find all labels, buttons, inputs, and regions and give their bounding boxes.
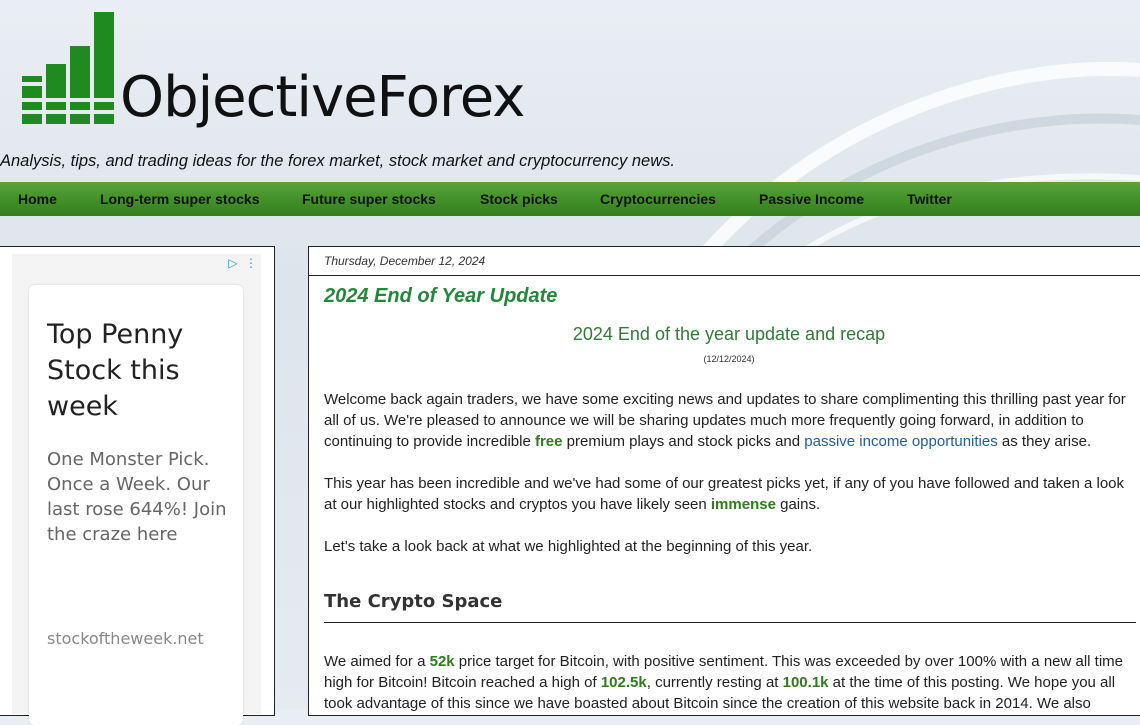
- highlight-immense: immense: [710, 496, 776, 513]
- passive-income-link[interactable]: passive income opportunities: [804, 433, 997, 450]
- section-title-crypto: The Crypto Space: [324, 591, 503, 612]
- site-logo[interactable]: ObjectiveForex: [22, 12, 562, 137]
- highlight-value: 102.5k: [600, 674, 647, 691]
- text-span: We aimed for a: [324, 653, 430, 670]
- highlight-value: 100.1k: [782, 674, 829, 691]
- nav-home[interactable]: Home: [18, 191, 57, 207]
- nav-twitter[interactable]: Twitter: [907, 191, 952, 207]
- logo-wordmark: ObjectiveForex: [120, 65, 525, 130]
- site-tagline: Analysis, tips, and trading ideas for th…: [0, 152, 675, 170]
- post-date-bar: Thursday, December 12, 2024: [309, 247, 1140, 276]
- post-paragraph-crypto: We aimed for a 52k price target for Bitc…: [324, 651, 1134, 714]
- nav-cryptocurrencies[interactable]: Cryptocurrencies: [600, 191, 716, 207]
- ad-url[interactable]: stockoftheweek.net: [47, 629, 204, 648]
- section-divider: [324, 622, 1136, 623]
- more-vertical-icon[interactable]: ⋮: [245, 256, 257, 270]
- nav-long-term-super-stocks[interactable]: Long-term super stocks: [100, 191, 259, 207]
- post-paragraph-lookback: Let's take a look back at what we highli…: [324, 538, 813, 555]
- post-subtitle: 2024 End of the year update and recap: [572, 324, 886, 344]
- post-subdate: (12/12/2024): [703, 354, 755, 364]
- post-paragraph-intro: Welcome back again traders, we have some…: [324, 389, 1134, 452]
- post-title[interactable]: 2024 End of Year Update: [324, 285, 557, 308]
- adchoices-icon[interactable]: ▷: [228, 256, 237, 270]
- ad-controls: ▷ ⋮: [228, 256, 257, 270]
- nav-stock-picks[interactable]: Stock picks: [480, 191, 558, 207]
- text-span: premium plays and stock picks and: [562, 433, 805, 450]
- blog-post: Thursday, December 12, 2024 2024 End of …: [308, 246, 1140, 716]
- ad-frame[interactable]: ▷ ⋮ Top Penny Stock this week One Monste…: [12, 254, 261, 725]
- highlight-value: 52k: [429, 653, 455, 670]
- main-navigation: Home Long-term super stocks Future super…: [0, 182, 1140, 216]
- ad-body[interactable]: One Monster Pick. Once a Week. Our last …: [47, 447, 237, 547]
- ad-card[interactable]: Top Penny Stock this week One Monster Pi…: [29, 285, 243, 725]
- text-span: , currently resting at: [646, 674, 783, 691]
- ad-title[interactable]: Top Penny Stock this week: [47, 317, 227, 425]
- nav-passive-income[interactable]: Passive Income: [759, 191, 864, 207]
- text-span: gains.: [775, 496, 821, 513]
- site-header: ObjectiveForex Analysis, tips, and tradi…: [0, 0, 1140, 182]
- post-paragraph-year: This year has been incredible and we've …: [324, 473, 1134, 515]
- highlight-free: free: [534, 433, 563, 450]
- nav-future-super-stocks[interactable]: Future super stocks: [302, 191, 436, 207]
- sidebar: ▷ ⋮ Top Penny Stock this week One Monste…: [0, 246, 275, 725]
- text-span: as they arise.: [997, 433, 1092, 450]
- post-date: Thursday, December 12, 2024: [324, 254, 486, 268]
- bar-chart-logo-icon: [22, 12, 118, 124]
